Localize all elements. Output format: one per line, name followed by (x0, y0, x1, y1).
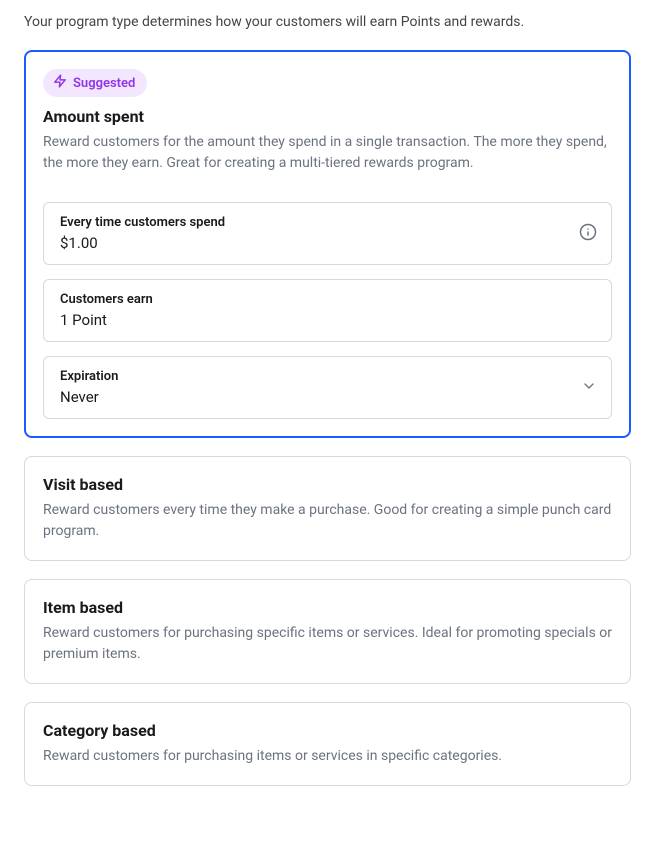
program-card-item-based[interactable]: Item based Reward customers for purchasi… (24, 579, 631, 684)
lightning-icon (53, 74, 73, 92)
program-card-visit-based[interactable]: Visit based Reward customers every time … (24, 456, 631, 561)
expiration-field[interactable]: Expiration Never (43, 356, 612, 419)
spend-field[interactable]: Every time customers spend $1.00 (43, 202, 612, 265)
field-value: Never (60, 388, 595, 406)
card-title: Item based (43, 598, 612, 617)
card-description: Reward customers for purchasing items or… (43, 746, 612, 767)
page-subtitle: Your program type determines how your cu… (24, 14, 631, 30)
card-title: Visit based (43, 475, 612, 494)
card-description: Reward customers for purchasing specific… (43, 623, 612, 665)
suggested-badge: Suggested (43, 69, 147, 97)
card-title: Amount spent (43, 107, 612, 126)
card-title: Category based (43, 721, 612, 740)
field-value: 1 Point (60, 311, 595, 329)
card-description: Reward customers for the amount they spe… (43, 132, 612, 174)
field-value: $1.00 (60, 234, 595, 252)
info-icon[interactable] (579, 223, 597, 245)
program-card-amount-spent[interactable]: Suggested Amount spent Reward customers … (24, 50, 631, 438)
earn-field[interactable]: Customers earn 1 Point (43, 279, 612, 342)
program-card-category-based[interactable]: Category based Reward customers for purc… (24, 702, 631, 786)
field-label: Customers earn (60, 292, 595, 307)
field-label: Expiration (60, 369, 595, 384)
chevron-down-icon (581, 378, 597, 398)
badge-label: Suggested (73, 76, 135, 91)
card-description: Reward customers every time they make a … (43, 500, 612, 542)
field-label: Every time customers spend (60, 215, 595, 230)
